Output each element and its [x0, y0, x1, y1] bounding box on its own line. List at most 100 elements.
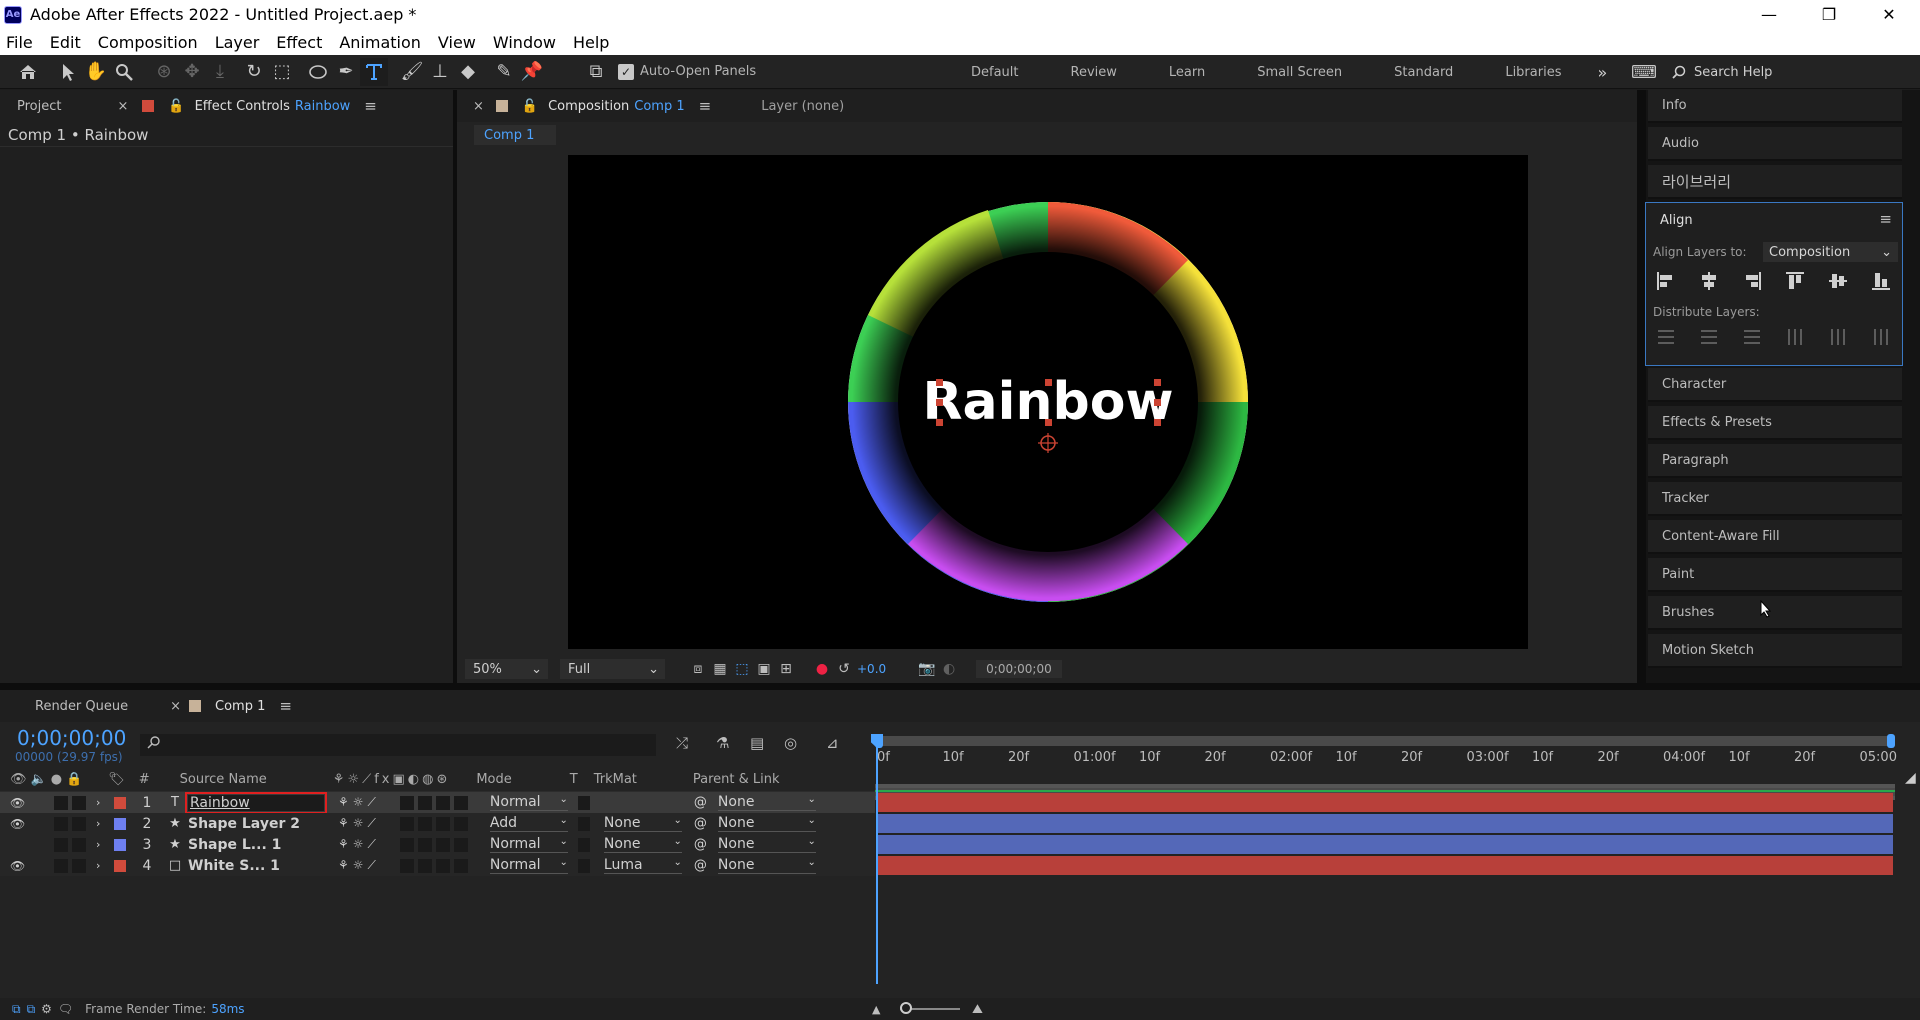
menu-composition[interactable]: Composition: [98, 33, 198, 52]
track-matte-dropdown[interactable]: None ⌄: [603, 836, 682, 853]
paragraph-panel-header[interactable]: Paragraph: [1648, 444, 1902, 478]
motion-sketch-panel-header[interactable]: Motion Sketch: [1648, 634, 1902, 668]
character-panel-header[interactable]: Character: [1648, 368, 1902, 402]
menu-effect[interactable]: Effect: [276, 33, 322, 52]
layer-duration-bar[interactable]: [877, 793, 1893, 812]
pickwhip-icon[interactable]: @: [694, 816, 708, 831]
eraser-tool-icon[interactable]: ◆: [454, 58, 482, 86]
layer-row[interactable]: › 3 ★ Shape L... 1 ⚘☼⟋ Normal ⌄ None ⌄ @ N…: [0, 834, 875, 855]
parent-link-dropdown[interactable]: None ⌄: [717, 836, 816, 853]
lock-toggle[interactable]: [72, 858, 86, 873]
render-time-toggle-icon[interactable]: 🗨: [58, 1002, 73, 1016]
workspace-small-screen[interactable]: Small Screen: [1231, 65, 1368, 80]
auto-open-toggle-icon[interactable]: ⧉: [582, 58, 610, 86]
show-snapshot-icon[interactable]: ◐: [938, 661, 960, 677]
tab-comp-1[interactable]: Comp 1: [215, 699, 265, 714]
hand-tool-icon[interactable]: ✋: [82, 58, 110, 86]
home-icon[interactable]: [14, 58, 42, 86]
distribute-bottom-icon[interactable]: [1738, 323, 1766, 351]
parent-link-dropdown[interactable]: None ⌄: [717, 794, 816, 811]
layer-duration-bar[interactable]: [877, 814, 1893, 833]
expand-chevron-icon[interactable]: ›: [96, 817, 106, 830]
color-management-icon[interactable]: ↺: [833, 661, 855, 677]
blend-mode-dropdown[interactable]: Normal ⌄: [489, 836, 568, 853]
solo-toggle[interactable]: [54, 858, 68, 873]
minimize-button[interactable]: —: [1740, 0, 1798, 29]
layer-switches-icons[interactable]: ⚘☼⟋: [338, 795, 380, 810]
visibility-eye-icon[interactable]: 👁: [10, 859, 25, 873]
tab-render-queue[interactable]: Render Queue: [35, 699, 128, 714]
lock-toggle[interactable]: [72, 816, 86, 831]
parent-link-dropdown[interactable]: None ⌄: [717, 857, 816, 874]
menu-file[interactable]: File: [6, 33, 33, 52]
solo-toggle[interactable]: [54, 795, 68, 810]
expand-chevron-icon[interactable]: ›: [96, 859, 106, 872]
lock-toggle[interactable]: [72, 795, 86, 810]
exposure-value[interactable]: +0.0: [857, 662, 886, 676]
visibility-eye-icon[interactable]: 👁: [10, 817, 25, 831]
tracker-panel-header[interactable]: Tracker: [1648, 482, 1902, 516]
frame-blending-icon[interactable]: ◎: [784, 734, 797, 752]
video-eye-icon[interactable]: 👁: [10, 772, 27, 787]
align-vertical-center-icon[interactable]: [1824, 267, 1852, 295]
draft-3d-icon[interactable]: ⚗: [716, 734, 729, 752]
layer-row[interactable]: 👁 › 2 ★ Shape Layer 2 ⚘☼⟋ Add ⌄ None ⌄ @ N…: [0, 813, 875, 834]
brush-tool-icon[interactable]: 🖌: [398, 58, 426, 86]
work-area-bar[interactable]: [875, 736, 1895, 746]
align-top-icon[interactable]: [1781, 267, 1809, 295]
effects-presets-panel-header[interactable]: Effects & Presets: [1648, 406, 1902, 440]
tab-close-icon[interactable]: ×: [473, 99, 484, 114]
distribute-top-icon[interactable]: [1652, 323, 1680, 351]
column-parent-link[interactable]: Parent & Link: [693, 772, 780, 787]
blend-mode-dropdown[interactable]: Normal ⌄: [489, 794, 568, 811]
align-left-icon[interactable]: [1652, 267, 1680, 295]
layer-duration-bar[interactable]: [877, 856, 1893, 875]
tab-close-icon[interactable]: ×: [117, 99, 128, 114]
solo-toggle[interactable]: [54, 816, 68, 831]
in-out-toggle-icon[interactable]: ⚙: [41, 1002, 52, 1016]
distribute-right-icon[interactable]: [1867, 323, 1895, 351]
expand-chevron-icon[interactable]: ›: [96, 796, 106, 809]
restore-button[interactable]: ❐: [1800, 0, 1858, 29]
preserve-transparency-toggle[interactable]: [577, 795, 590, 810]
layer-name[interactable]: Rainbow: [185, 791, 327, 814]
pickwhip-icon[interactable]: @: [694, 837, 708, 852]
track-matte-dropdown[interactable]: Luma ⌄: [603, 857, 682, 874]
roto-brush-icon[interactable]: ✎: [490, 58, 518, 86]
align-right-icon[interactable]: [1738, 267, 1766, 295]
type-tool-icon[interactable]: [360, 57, 388, 86]
workspace-default[interactable]: Default: [945, 65, 1045, 80]
workspace-review[interactable]: Review: [1045, 65, 1143, 80]
tab-effect-controls[interactable]: Effect Controls: [195, 99, 290, 114]
layer-row[interactable]: 👁 › 4 □ White S... 1 ⚘☼⟋ Normal ⌄ Luma ⌄ @…: [0, 855, 875, 876]
menu-animation[interactable]: Animation: [339, 33, 421, 52]
layer-label-color[interactable]: [114, 838, 126, 851]
libraries-panel-header[interactable]: 라이브러리: [1648, 165, 1902, 199]
viewer-timecode[interactable]: 0;00;00;00: [976, 660, 1062, 678]
layer-duration-bar[interactable]: [877, 835, 1893, 854]
transfer-controls-toggle-icon[interactable]: ⧉: [27, 1002, 36, 1017]
layer-row[interactable]: 👁 › 1 T Rainbow ⚘☼⟋ Normal ⌄ @ None ⌄: [0, 791, 875, 814]
panel-menu-icon[interactable]: ≡: [699, 97, 712, 115]
zoom-dropdown[interactable]: 50% ⌄: [465, 659, 548, 679]
lock-toggle[interactable]: [72, 837, 86, 852]
timeline-nav-end-icon[interactable]: ◢: [1905, 770, 1916, 786]
align-target-dropdown[interactable]: Composition ⌄: [1763, 242, 1898, 262]
playhead[interactable]: [876, 738, 878, 984]
panel-menu-icon[interactable]: ≡: [1879, 210, 1892, 228]
content-aware-fill-panel-header[interactable]: Content-Aware Fill: [1648, 520, 1902, 554]
hide-shy-layers-icon[interactable]: ▤: [750, 734, 764, 752]
preserve-transparency-toggle[interactable]: [577, 816, 590, 831]
layer-search-input[interactable]: [166, 737, 656, 753]
fast-preview-icon[interactable]: ⧈: [687, 661, 709, 677]
menu-view[interactable]: View: [438, 33, 476, 52]
time-ruler[interactable]: 0f 10f 20f 01:00f 10f 20f 02:00f 10f 20f 03:00f 10…: [875, 728, 1897, 784]
visibility-eye-icon[interactable]: 👁: [10, 796, 25, 810]
close-button[interactable]: ✕: [1860, 0, 1918, 29]
layer-label-color[interactable]: [114, 817, 126, 830]
ellipse-tool-icon[interactable]: [304, 58, 332, 86]
zoom-in-icon[interactable]: ⛰: [972, 1002, 983, 1017]
region-of-interest-icon[interactable]: ▣: [753, 661, 775, 677]
dolly-tool-icon[interactable]: ⤓: [206, 58, 234, 86]
audio-speaker-icon[interactable]: 🔈: [31, 772, 47, 787]
